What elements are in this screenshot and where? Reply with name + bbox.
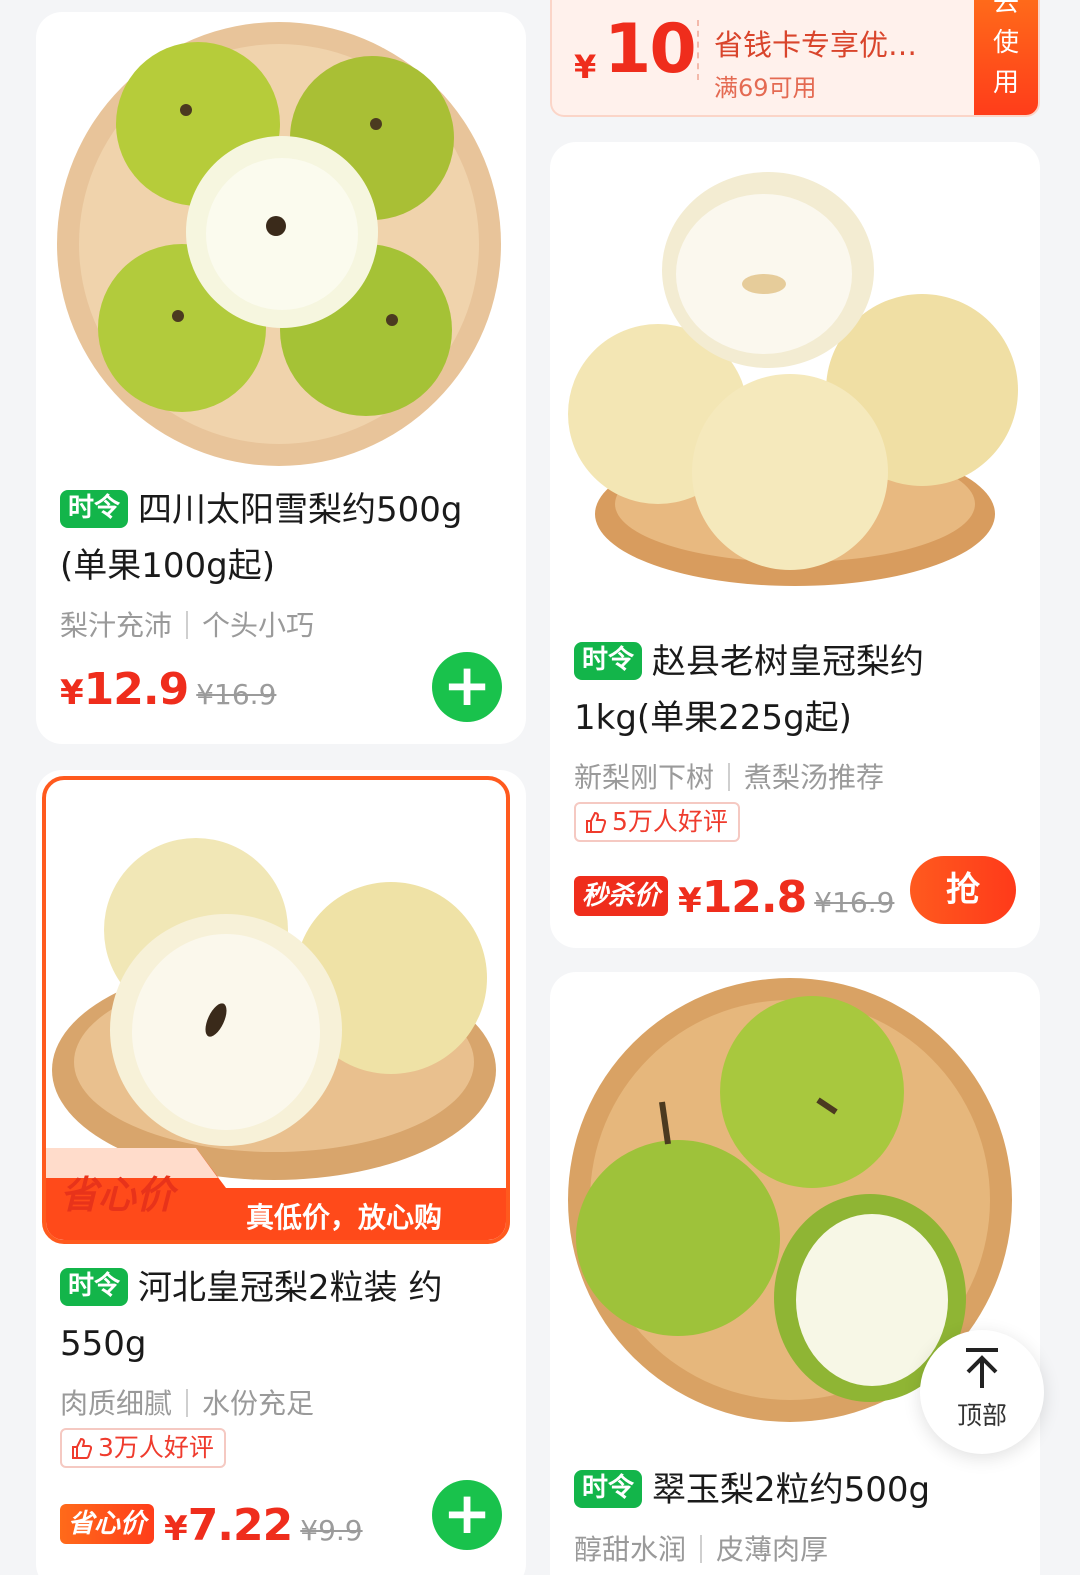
product-card-cuiyu-pear[interactable]: 时令 翠玉梨2粒约500g 醇甜水润 皮薄肉厚 (550, 972, 1040, 1575)
plus-icon: + (442, 651, 492, 719)
product-features: 醇甜水润 皮薄肉厚 (574, 1533, 829, 1566)
feature-separator (186, 1389, 189, 1417)
coupon-title: 省钱卡专享优… (714, 28, 918, 62)
current-price: 7.22 (187, 1500, 294, 1551)
product-image[interactable]: 省心价 真低价，放心购 (42, 776, 510, 1244)
flash-sale-badge: 秒杀价 (574, 876, 669, 916)
thumbs-up-icon (584, 809, 608, 845)
coupon-divider (697, 20, 699, 80)
price-row: 秒杀价 ¥12.8 ¥16.9 (574, 872, 894, 923)
add-to-cart-button[interactable]: + (432, 652, 502, 722)
rating-badge: 5万人好评 (574, 802, 740, 842)
seasonal-tag: 时令 (60, 490, 129, 528)
product-features: 肉质细腻 水份充足 (60, 1387, 315, 1420)
product-title[interactable]: 时令 翠玉梨2粒约500g (574, 1462, 1024, 1518)
currency-symbol: ¥ (678, 881, 702, 921)
save-price-badge: 省心价 (60, 1504, 155, 1544)
original-price: ¥9.9 (300, 1514, 363, 1547)
add-to-cart-button[interactable]: + (432, 1480, 502, 1550)
seasonal-tag: 时令 (574, 1470, 643, 1508)
arrow-up-icon (966, 1348, 998, 1388)
product-features: 梨汁充沛 个头小巧 (60, 609, 315, 642)
coupon-currency: ¥ (574, 48, 597, 86)
current-price: 12.8 (701, 872, 808, 923)
back-to-top-button[interactable]: 顶部 (920, 1330, 1044, 1454)
rating-badge: 3万人好评 (60, 1428, 226, 1468)
product-card-zhaoxian-pear[interactable]: 时令 赵县老树皇冠梨约1kg(单果225g起) 新梨刚下树 煮梨汤推荐 5万人好评 … (550, 142, 1040, 948)
feature-separator (186, 611, 189, 639)
use-coupon-button[interactable]: 去 使 用 (974, 0, 1038, 115)
product-image[interactable] (36, 12, 526, 472)
price-row: 省心价 ¥7.22 ¥9.9 (60, 1500, 363, 1551)
price-row: ¥12.9 ¥16.9 (60, 664, 276, 715)
product-title[interactable]: 时令 河北皇冠梨2粒装 约550g (60, 1260, 490, 1372)
seasonal-tag: 时令 (60, 1268, 129, 1306)
coupon-condition: 满69可用 (714, 74, 817, 102)
coupon-card[interactable]: ¥ 10 省钱卡专享优… 满69可用 去 使 用 (550, 0, 1040, 117)
currency-symbol: ¥ (60, 673, 84, 713)
seasonal-tag: 时令 (574, 642, 643, 680)
original-price: ¥16.9 (814, 886, 895, 919)
product-card-sichuan-pear[interactable]: 时令 四川太阳雪梨约500g (单果100g起) 梨汁充沛 个头小巧 ¥12.9 ¥1… (36, 12, 526, 744)
promo-banner: 省心价 真低价，放心购 (46, 1148, 506, 1240)
feature-separator (700, 1535, 703, 1563)
currency-symbol: ¥ (164, 1509, 188, 1549)
current-price: 12.9 (83, 664, 190, 715)
thumbs-up-icon (70, 1435, 94, 1471)
product-image[interactable] (550, 142, 1040, 612)
product-title[interactable]: 时令 四川太阳雪梨约500g (单果100g起) (60, 482, 510, 594)
product-card-hebei-pear[interactable]: 省心价 真低价，放心购 时令 河北皇冠梨2粒装 约550g 肉质细腻 水份充足 3万… (36, 770, 526, 1575)
product-title[interactable]: 时令 赵县老树皇冠梨约1kg(单果225g起) (574, 634, 984, 746)
product-features: 新梨刚下树 煮梨汤推荐 (574, 761, 885, 794)
promo-banner-right: 真低价，放心购 (246, 1201, 443, 1234)
back-to-top-label: 顶部 (956, 1401, 1007, 1430)
feature-separator (728, 763, 731, 791)
coupon-amount: 10 (604, 10, 697, 89)
plus-icon: + (442, 1479, 492, 1547)
original-price: ¥16.9 (196, 678, 277, 711)
grab-button[interactable]: 抢 (910, 856, 1016, 924)
promo-banner-left: 省心价 (60, 1173, 175, 1217)
